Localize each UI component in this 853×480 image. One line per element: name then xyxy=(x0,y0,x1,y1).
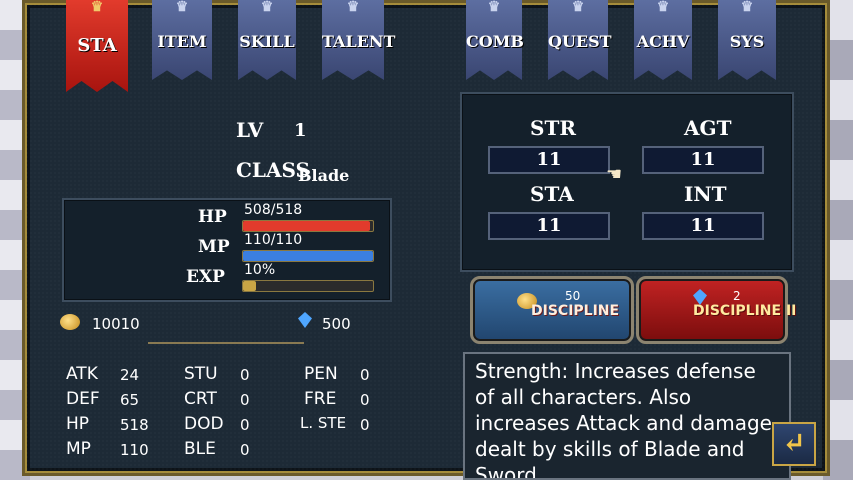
stat-value: 65 xyxy=(120,391,140,409)
crown-icon: ♛ xyxy=(260,0,274,15)
enter-icon[interactable]: ↵ xyxy=(772,422,816,466)
crown-icon: ♛ xyxy=(571,0,585,15)
tab-sta[interactable]: ♛ STA xyxy=(66,0,128,92)
sta-value[interactable]: 11 xyxy=(488,212,610,240)
level-value: 1 xyxy=(294,120,307,141)
stat-value: 0 xyxy=(360,391,370,409)
tab-quest[interactable]: ♛ QUEST xyxy=(548,0,612,80)
divider xyxy=(148,342,304,344)
crown-icon: ♛ xyxy=(175,0,189,15)
discipline-ii-label: DISCIPLINE II xyxy=(693,303,797,319)
stat-value: 24 xyxy=(120,366,140,384)
stat-label: FRE xyxy=(304,389,337,409)
tab-label: ITEM xyxy=(157,32,207,51)
level-label: LV xyxy=(236,118,264,142)
tab-label: SYS xyxy=(729,32,765,51)
stat-label: PEN xyxy=(304,364,338,384)
int-label: INT xyxy=(684,182,727,206)
stat-label: L. STE xyxy=(300,414,347,432)
agt-label: AGT xyxy=(684,116,732,140)
stat-label: DOD xyxy=(184,414,224,434)
stat-value: 0 xyxy=(240,441,250,459)
mp-bar xyxy=(242,250,374,262)
agt-value[interactable]: 11 xyxy=(642,146,764,174)
crown-icon: ♛ xyxy=(90,0,104,15)
int-value[interactable]: 11 xyxy=(642,212,764,240)
stat-value: 518 xyxy=(120,416,149,434)
exp-bar xyxy=(242,280,374,292)
gem-amount: 500 xyxy=(322,315,351,333)
crown-icon: ♛ xyxy=(656,0,670,15)
attributes-panel xyxy=(460,92,794,272)
discipline-cost: 50 xyxy=(565,289,581,303)
stat-label: ATK xyxy=(66,364,98,384)
tab-achv[interactable]: ♛ ACHV xyxy=(634,0,692,80)
sta-label: STA xyxy=(530,182,574,206)
stat-value: 0 xyxy=(240,366,250,384)
str-label: STR xyxy=(530,116,576,140)
tab-label: SKILL xyxy=(239,32,295,51)
mp-value: 110/110 xyxy=(244,232,303,248)
hp-value: 508/518 xyxy=(244,202,303,218)
stat-label: CRT xyxy=(184,389,217,409)
tab-comb[interactable]: ♛ COMB xyxy=(466,0,524,80)
stat-value: 0 xyxy=(240,416,250,434)
gold-amount: 10010 xyxy=(92,315,140,333)
discipline-ii-cost: 2 xyxy=(733,289,741,303)
tab-sys[interactable]: ♛ SYS xyxy=(718,0,776,80)
discipline-ii-button[interactable]: 2 DISCIPLINE II xyxy=(636,276,796,344)
stat-label: HP xyxy=(66,414,90,434)
crown-icon: ♛ xyxy=(487,0,501,15)
str-value[interactable]: 11 xyxy=(488,146,610,174)
hp-bar-fill xyxy=(243,221,371,231)
tab-item[interactable]: ♛ ITEM xyxy=(152,0,212,80)
description-box: Strength: Increases defense of all chara… xyxy=(463,352,791,480)
stat-label: MP xyxy=(66,439,91,459)
stat-value: 0 xyxy=(240,391,250,409)
discipline-label: DISCIPLINE xyxy=(531,303,620,319)
tab-label: COMB xyxy=(466,32,524,51)
exp-value: 10% xyxy=(244,262,276,278)
crown-icon: ♛ xyxy=(740,0,754,15)
tab-talent[interactable]: ♛ TALENT xyxy=(322,0,396,80)
stat-label: DEF xyxy=(66,389,100,409)
class-value: Blade xyxy=(298,166,350,185)
tab-skill[interactable]: ♛ SKILL xyxy=(238,0,296,80)
stat-label: BLE xyxy=(184,439,216,459)
exp-label: EXP xyxy=(186,267,225,287)
tab-label: TALENT xyxy=(322,32,396,51)
mp-label: MP xyxy=(198,237,230,257)
mp-bar-fill xyxy=(243,251,373,261)
stat-label: STU xyxy=(184,364,218,384)
tab-label: STA xyxy=(77,35,117,56)
gold-coin-icon xyxy=(60,314,80,330)
stat-value: 110 xyxy=(120,441,149,459)
crown-icon: ♛ xyxy=(346,0,360,15)
tab-label: ACHV xyxy=(636,32,690,51)
discipline-button[interactable]: 50 DISCIPLINE xyxy=(470,276,634,344)
hp-label: HP xyxy=(198,207,227,227)
hp-bar xyxy=(242,220,374,232)
stat-value: 0 xyxy=(360,366,370,384)
description-text: Strength: Increases defense of all chara… xyxy=(475,359,772,480)
pointer-hand-icon: ☚ xyxy=(606,164,623,185)
tab-label: QUEST xyxy=(548,32,612,51)
stat-value: 0 xyxy=(360,416,370,434)
exp-bar-fill xyxy=(243,281,256,291)
